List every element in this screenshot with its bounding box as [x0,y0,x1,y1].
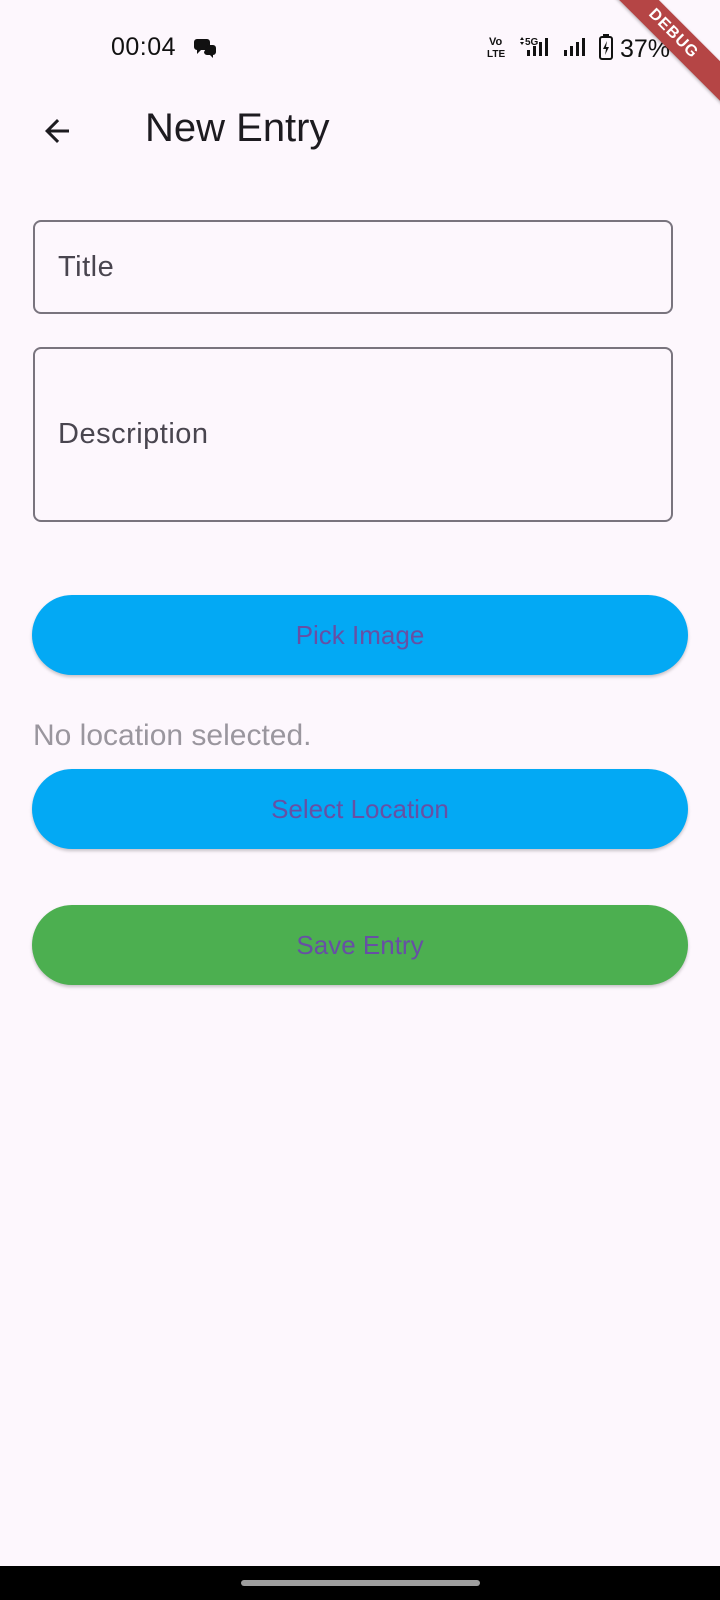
gesture-handle[interactable] [241,1580,480,1586]
description-field-label: Description [58,418,209,450]
volte-icon: Vo LTE [486,34,512,65]
signal-icon [562,34,592,65]
page-title: New Entry [145,106,330,150]
title-field-label: Title [58,250,115,283]
back-button[interactable] [24,96,90,166]
location-status-text: No location selected. [33,719,312,752]
description-field[interactable]: Description [33,347,673,522]
arrow-back-icon [45,119,69,143]
status-bar: 00:04 Vo LTE 5G 37% [0,0,720,96]
svg-text:LTE: LTE [487,49,505,60]
svg-text:Vo: Vo [489,36,503,48]
title-field[interactable]: Title [33,220,673,314]
save-entry-button[interactable]: Save Entry [32,905,688,985]
status-right-icons: Vo LTE 5G 37% [486,33,670,65]
battery-charging-icon [598,33,614,66]
status-time: 00:04 [111,33,177,61]
select-location-button[interactable]: Select Location [32,769,688,849]
pick-image-button[interactable]: Pick Image [32,595,688,675]
chat-bubbles-icon [193,36,217,58]
system-navigation-bar [0,1566,720,1600]
svg-text:5G: 5G [525,37,539,48]
app-bar: New Entry [0,96,720,166]
signal-5g-icon: 5G [518,34,556,65]
